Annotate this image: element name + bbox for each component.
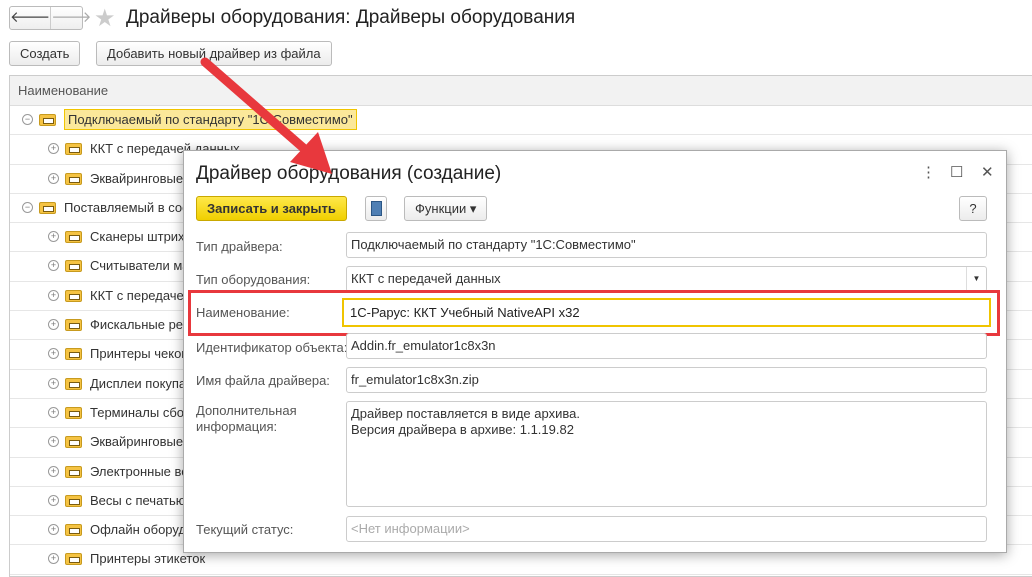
expand-icon[interactable]: + — [48, 143, 59, 155]
name-label: Наименование: — [196, 305, 290, 320]
status-label: Текущий статус: — [196, 522, 294, 537]
folder-icon — [65, 231, 82, 244]
tree-row-label: Эквайринговые т — [90, 170, 193, 186]
tree-row-label: Эквайринговые т — [90, 434, 193, 450]
folder-icon — [65, 553, 82, 566]
create-button[interactable]: Создать — [9, 41, 81, 66]
equipment-type-select[interactable]: ККТ с передачей данных ▼ — [346, 266, 987, 292]
favorite-star-icon[interactable]: ★ — [94, 4, 116, 33]
more-icon[interactable]: ⋮ — [921, 163, 936, 181]
add-from-file-button[interactable]: Добавить новый драйвер из файла — [96, 41, 332, 66]
folder-icon — [65, 524, 82, 537]
object-id-field[interactable]: Addin.fr_emulator1c8x3n — [346, 333, 987, 359]
expand-icon[interactable]: + — [48, 377, 59, 389]
folder-icon — [39, 201, 56, 214]
help-button[interactable]: ? — [959, 196, 987, 221]
tree-row-label: ККТ с передачей — [90, 287, 192, 303]
expand-icon[interactable]: + — [48, 524, 59, 536]
expand-icon[interactable]: + — [48, 289, 59, 301]
save-and-close-button[interactable]: Записать и закрыть — [196, 196, 347, 221]
folder-icon — [65, 143, 82, 156]
expand-icon[interactable]: + — [48, 436, 59, 448]
folder-icon — [39, 114, 56, 126]
forward-button[interactable]: 🡒 — [50, 7, 91, 29]
tree-row-label: Принтеры этикеток — [90, 551, 206, 567]
tree-row-label: Весы с печатью — [90, 492, 186, 508]
save-icon[interactable] — [365, 196, 387, 221]
info-line-1: Драйвер поставляется в виде архива. — [351, 406, 580, 421]
dropdown-arrow-icon[interactable]: ▼ — [966, 267, 986, 291]
page-title: Драйверы оборудования: Драйверы оборудов… — [126, 7, 576, 28]
folder-icon — [65, 494, 82, 507]
object-id-label: Идентификатор объекта: — [196, 340, 348, 355]
folder-icon — [65, 289, 82, 302]
driver-type-field[interactable]: Подключаемый по стандарту "1С:Совместимо… — [346, 232, 987, 258]
expand-icon[interactable]: + — [48, 553, 59, 565]
folder-icon — [65, 172, 82, 185]
expand-icon[interactable]: + — [48, 465, 59, 477]
info-textarea[interactable]: Драйвер поставляется в виде архива. Верси… — [346, 401, 987, 507]
history-nav: 🡐 🡒 — [9, 6, 91, 30]
driver-dialog: Драйвер оборудования (создание) ⋮ ☐ ✕ За… — [183, 150, 1007, 553]
status-field[interactable]: <Нет информации> — [346, 516, 987, 542]
column-header-name[interactable]: Наименование — [10, 76, 1032, 106]
back-button[interactable]: 🡐 — [10, 7, 50, 29]
maximize-icon[interactable]: ☐ — [950, 163, 963, 181]
collapse-icon[interactable]: − — [22, 201, 33, 213]
expand-icon[interactable]: + — [48, 172, 59, 184]
folder-icon — [65, 260, 82, 273]
name-input[interactable]: 1С-Рарус: ККТ Учебный NativeAPI x32 — [342, 298, 991, 327]
expand-icon[interactable]: + — [48, 494, 59, 506]
file-name-label: Имя файла драйвера: — [196, 373, 330, 388]
file-name-field[interactable]: fr_emulator1c8x3n.zip — [346, 367, 987, 393]
tree-row-label: Электронные вес — [90, 463, 196, 479]
info-line-2: Версия драйвера в архиве: 1.1.19.82 — [351, 422, 574, 437]
dialog-title: Драйвер оборудования (создание) — [196, 163, 502, 184]
expand-icon[interactable]: + — [48, 260, 59, 272]
close-icon[interactable]: ✕ — [981, 163, 994, 181]
functions-menu-button[interactable]: Функции ▾ — [404, 196, 488, 221]
tree-row-label: Считыватели маг — [90, 258, 195, 274]
folder-icon — [65, 319, 82, 332]
expand-icon[interactable]: + — [48, 231, 59, 243]
folder-icon — [65, 436, 82, 449]
equipment-type-value: ККТ с передачей данных — [351, 271, 501, 286]
expand-icon[interactable]: + — [48, 348, 59, 360]
collapse-icon[interactable]: − — [22, 114, 33, 125]
tree-row-label: Принтеры чеков — [90, 346, 189, 362]
folder-icon — [65, 465, 82, 478]
tree-row-label: Фискальные рег — [90, 317, 188, 333]
folder-icon — [65, 406, 82, 419]
tree-row[interactable]: − Подключаемый по стандарту "1С:Совместим… — [10, 106, 1032, 136]
info-label: Дополнительная информация: — [196, 403, 297, 434]
tree-row-label: Подключаемый по стандарту "1С:Совместимо… — [64, 109, 357, 130]
expand-icon[interactable]: + — [48, 319, 59, 331]
tree-row-label: Офлайн оборудо — [90, 522, 194, 538]
folder-icon — [65, 377, 82, 390]
tree-row-label: Дисплеи покупат — [90, 375, 192, 391]
driver-type-label: Тип драйвера: — [196, 239, 283, 254]
expand-icon[interactable]: + — [48, 406, 59, 418]
tree-row-label: Сканеры штрих — [90, 229, 185, 245]
equipment-type-label: Тип оборудования: — [196, 272, 311, 287]
folder-icon — [65, 348, 82, 361]
tree-row-label: Поставляемый в сос — [64, 199, 189, 215]
